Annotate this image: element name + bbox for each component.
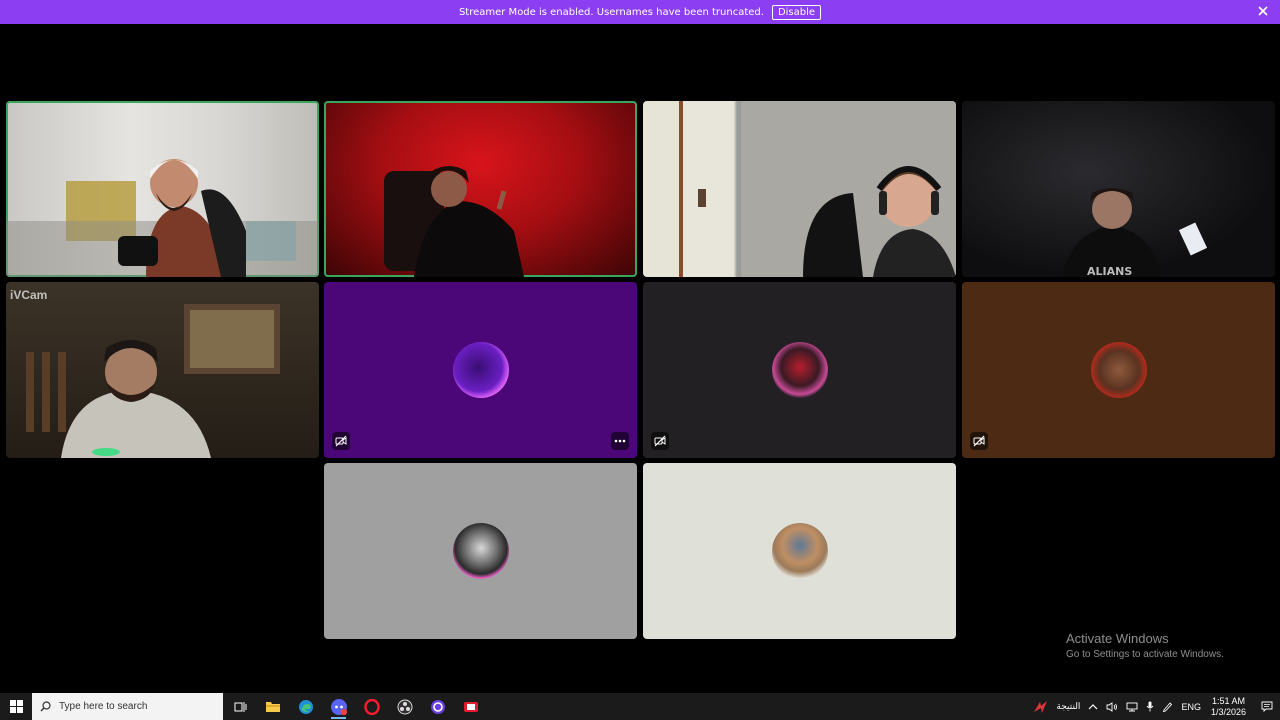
pen-button[interactable] bbox=[1162, 701, 1173, 712]
chevron-up-icon bbox=[1089, 703, 1098, 709]
streamer-mode-message: Streamer Mode is enabled. Usernames have… bbox=[458, 6, 764, 18]
participant-video-feed bbox=[384, 166, 524, 277]
edge-icon bbox=[298, 699, 313, 714]
windows-taskbar: Type here to search النتيجة ENG 1:51 AM … bbox=[0, 693, 1280, 720]
video-tile[interactable] bbox=[643, 101, 956, 277]
edge-button[interactable] bbox=[289, 693, 322, 720]
discord-button[interactable] bbox=[322, 693, 355, 720]
svg-text:ALIANS: ALIANS bbox=[1087, 265, 1132, 277]
video-tile[interactable]: iVCam bbox=[6, 282, 319, 458]
pen-icon bbox=[1163, 702, 1173, 712]
disable-streamer-mode-button[interactable]: Disable bbox=[771, 4, 822, 20]
discord-icon bbox=[330, 698, 347, 715]
circle-app-icon bbox=[430, 699, 445, 714]
notification-center-button[interactable] bbox=[1254, 693, 1280, 720]
media-app-icon bbox=[463, 701, 478, 712]
search-icon bbox=[40, 701, 51, 712]
camera-off-icon[interactable] bbox=[970, 432, 988, 450]
video-tile[interactable] bbox=[324, 101, 637, 277]
input-language-button[interactable]: ENG bbox=[1181, 702, 1201, 712]
ellipsis-icon bbox=[614, 439, 626, 443]
taskbar-search-input[interactable]: Type here to search bbox=[32, 693, 223, 720]
obs-icon bbox=[397, 699, 412, 714]
microphone-button[interactable] bbox=[1146, 701, 1154, 712]
camera-off-icon[interactable] bbox=[332, 432, 350, 450]
activate-windows-subtitle: Go to Settings to activate Windows. bbox=[1066, 649, 1224, 660]
participant-video-feed bbox=[6, 159, 319, 277]
task-view-button[interactable] bbox=[223, 693, 256, 720]
camera-source-label: iVCam bbox=[10, 288, 48, 302]
avatar-tile[interactable] bbox=[643, 282, 956, 458]
speaker-icon bbox=[1106, 701, 1118, 712]
file-explorer-button[interactable] bbox=[256, 693, 289, 720]
network-button[interactable] bbox=[1126, 702, 1138, 712]
show-hidden-icons-button[interactable] bbox=[1088, 703, 1098, 711]
video-tile[interactable]: ALIANS bbox=[962, 101, 1275, 277]
participant-avatar[interactable] bbox=[1090, 342, 1147, 398]
opera-icon bbox=[363, 698, 380, 715]
participant-video-feed: ALIANS bbox=[1062, 188, 1208, 277]
taskbar-clock[interactable]: 1:51 AM 1/3/2026 bbox=[1211, 696, 1246, 718]
camera-off-icon[interactable] bbox=[651, 432, 669, 450]
weather-icon bbox=[1034, 700, 1048, 713]
participant-avatar[interactable] bbox=[452, 523, 509, 579]
system-tray: النتيجة ENG 1:51 AM 1/3/2026 bbox=[1028, 693, 1280, 720]
avatar-tile[interactable] bbox=[962, 282, 1275, 458]
notification-icon bbox=[1261, 701, 1273, 712]
network-icon bbox=[1126, 702, 1138, 711]
avatar-tile[interactable] bbox=[324, 282, 637, 458]
purple-app-button[interactable] bbox=[421, 693, 454, 720]
task-view-icon bbox=[234, 701, 246, 712]
participant-avatar[interactable] bbox=[452, 342, 509, 398]
obs-button[interactable] bbox=[388, 693, 421, 720]
participant-avatar[interactable] bbox=[771, 342, 828, 398]
windows-logo-icon bbox=[9, 700, 23, 713]
microphone-icon bbox=[1147, 701, 1154, 712]
opera-button[interactable] bbox=[355, 693, 388, 720]
avatar-tile[interactable] bbox=[643, 463, 956, 639]
clock-date: 1/3/2026 bbox=[1210, 706, 1246, 717]
participant-avatar[interactable] bbox=[771, 523, 828, 579]
red-app-button[interactable] bbox=[454, 693, 487, 720]
participant-video-feed bbox=[679, 101, 956, 277]
streamer-mode-banner: Streamer Mode is enabled. Usernames have… bbox=[0, 0, 1280, 24]
activate-windows-title: Activate Windows bbox=[1066, 631, 1169, 646]
video-tile[interactable] bbox=[6, 101, 319, 277]
discord-call-screen: Streamer Mode is enabled. Usernames have… bbox=[0, 0, 1280, 720]
clock-time: 1:51 AM bbox=[1211, 695, 1245, 706]
weather-widget[interactable]: النتيجة bbox=[1032, 700, 1080, 714]
weather-label: النتيجة bbox=[1056, 701, 1081, 711]
search-placeholder: Type here to search bbox=[59, 701, 148, 712]
activate-windows-watermark: Activate Windows Go to Settings to activ… bbox=[1066, 631, 1224, 660]
participant-video-feed bbox=[26, 304, 280, 458]
close-icon[interactable] bbox=[1256, 4, 1270, 18]
start-button[interactable] bbox=[0, 693, 32, 720]
folder-icon bbox=[265, 702, 280, 712]
volume-button[interactable] bbox=[1106, 701, 1118, 712]
more-options-button[interactable] bbox=[611, 432, 629, 450]
avatar-tile[interactable] bbox=[324, 463, 637, 639]
